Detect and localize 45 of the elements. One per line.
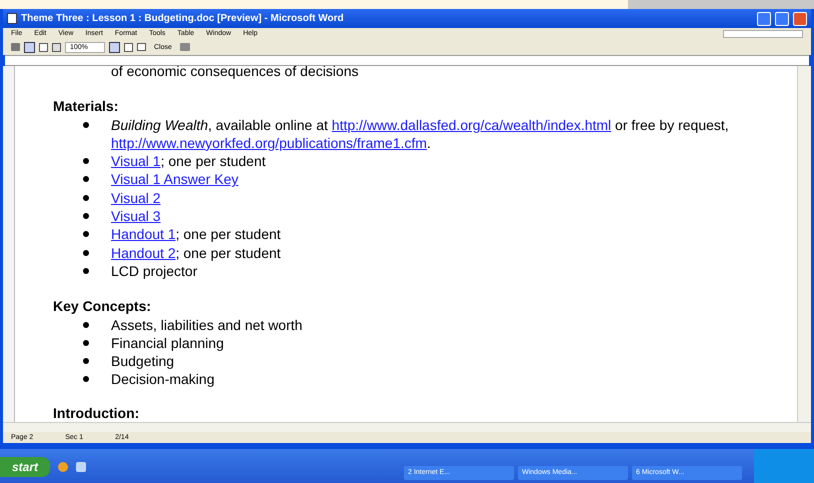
item-text: ; one per student (160, 153, 266, 170)
quick-launch-icon[interactable] (58, 462, 68, 472)
link[interactable]: Visual 1 Answer Key (111, 171, 238, 188)
link[interactable]: Visual 1 (111, 153, 161, 170)
item-text: Decision-making (111, 371, 214, 388)
bullet-icon (83, 340, 89, 346)
link[interactable]: http://www.dallasfed.org/ca/wealth/index.html (332, 116, 612, 133)
window-title: Theme Three : Lesson 1 : Budgeting.doc [Preview] - Microsoft Word (21, 12, 345, 26)
bullet-icon (83, 213, 89, 220)
link[interactable]: Visual 2 (111, 190, 161, 206)
bullet-icon (83, 358, 89, 364)
start-button[interactable]: start (0, 457, 50, 478)
item-text: LCD projector (111, 262, 198, 279)
paragraph-text: of economic consequences of decisions (110, 66, 360, 80)
item-text: ; one per student (176, 226, 281, 242)
section-heading: Key Concepts: (53, 297, 152, 316)
bullet-icon (83, 268, 89, 274)
bullet-icon (83, 122, 89, 128)
bullet-icon (83, 194, 89, 201)
bullet-icon (83, 250, 89, 256)
bullet-icon (83, 158, 89, 164)
page-icon[interactable] (39, 42, 48, 52)
bullet-icon (83, 376, 89, 382)
help-search-field[interactable] (723, 30, 803, 38)
section-heading: Introduction: (53, 404, 140, 422)
document-icon (7, 13, 17, 24)
item-text: , available online at (208, 116, 329, 133)
link[interactable]: http://www.newyorkfed.org/publications/frame1.cfm (111, 134, 427, 151)
item-text: Budgeting (111, 353, 174, 370)
quick-launch-icon[interactable] (76, 462, 86, 472)
book-title: Building Wealth (111, 116, 208, 133)
item-text: or free by request, (614, 116, 729, 133)
item-text: ; one per student (176, 244, 281, 261)
close-icon[interactable] (793, 12, 807, 26)
section-heading: Materials: (53, 97, 120, 116)
link[interactable]: Handout 2 (111, 244, 176, 261)
system-tray (754, 449, 814, 483)
bullet-icon (83, 322, 89, 328)
link[interactable]: Handout 1 (111, 226, 176, 242)
bullet-icon (83, 176, 89, 182)
item-text: Financial planning (111, 334, 224, 351)
link[interactable]: Visual 3 (111, 208, 161, 224)
item-text: . (426, 134, 431, 151)
item-text: Assets, liabilities and net worth (111, 316, 302, 333)
bullet-icon (83, 231, 89, 238)
